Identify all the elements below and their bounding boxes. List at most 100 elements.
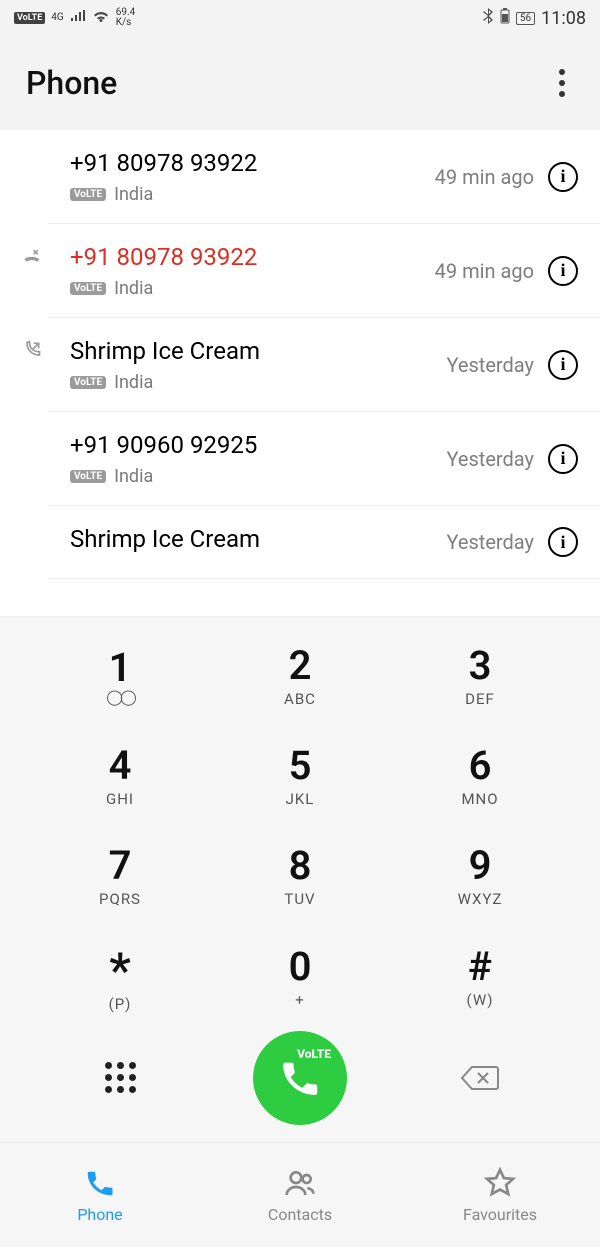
dialpad-menu-button[interactable] [30,1028,210,1128]
dialpad-key-5[interactable]: 5 JKL [210,727,390,827]
volte-chip: VoLTE [70,376,106,389]
call-location: India [114,278,153,299]
nav-phone-label: Phone [77,1205,122,1224]
battery-percent: 56 [516,12,535,25]
call-time: Yesterday [446,353,534,377]
call-sub: VoLTE India [70,278,435,299]
call-location: India [114,466,153,487]
dialpad-key-digit: 8 [289,846,312,886]
dialpad-key-sub: TUV [284,890,315,908]
app-header: Phone [0,36,600,130]
call-fab[interactable]: VoLTE [253,1031,347,1125]
voicemail-icon: ◯◯ [106,688,134,706]
info-icon[interactable]: i [548,444,578,474]
call-number: +91 90960 92925 [70,430,446,460]
call-log-row[interactable]: Shrimp Ice CreamYesterdayi [48,506,600,579]
call-number: +91 80978 93922 [70,242,435,272]
dialpad-key-0[interactable]: 0+ [210,928,390,1028]
dialpad-key-#[interactable]: # (W) [390,928,570,1028]
dialpad-key-3[interactable]: 3 DEF [390,627,570,727]
dialpad-key-digit: 9 [469,846,492,886]
volte-badge: VoLTE [14,12,45,24]
clock: 11:08 [541,8,586,29]
call-log[interactable]: +91 80978 93922VoLTEIndia49 min agoi+91 … [0,130,600,616]
missed-call-icon [22,246,42,266]
info-icon[interactable]: i [548,162,578,192]
dialpad-key-digit: 7 [109,846,132,886]
dialpad-key-sub: ABC [284,690,316,708]
dialpad-key-4[interactable]: 4GHI [30,727,210,827]
dialpad-key-sub: MNO [461,790,498,808]
outgoing-call-icon [22,340,42,360]
call-log-row[interactable]: Shrimp Ice CreamVoLTEIndiaYesterdayi [48,318,600,412]
dialpad-key-sub: WXYZ [458,890,503,908]
call-log-main: Shrimp Ice CreamVoLTEIndia [70,336,446,393]
call-time: Yesterday [446,447,534,471]
nav-contacts[interactable]: Contacts [200,1143,400,1247]
call-number: +91 80978 93922 [70,148,435,178]
dialpad-key-8[interactable]: 8 TUV [210,827,390,927]
page-title: Phone [26,64,117,102]
backspace-button[interactable] [390,1028,570,1128]
nav-contacts-label: Contacts [268,1205,332,1224]
grid-icon [105,1062,136,1093]
dialpad-key-7[interactable]: 7 PQRS [30,827,210,927]
call-log-row[interactable]: +91 90960 92925 VoLTE India Yesterday i [48,412,600,506]
dialpad-key-9[interactable]: 9 WXYZ [390,827,570,927]
data-speed: 69.4 K/s [116,8,136,28]
dialpad-key-sub: JKL [286,790,315,808]
call-log-main: +91 90960 92925 VoLTE India [70,430,446,487]
bottom-nav: Phone Contacts Favourites [0,1142,600,1247]
network-speed: 4G [51,13,63,23]
dialpad-key-sub: (W) [467,991,494,1009]
bluetooth-icon [482,8,494,28]
battery-small-icon [500,8,510,28]
call-time: 49 min ago [435,165,534,189]
volte-chip: VoLTE [70,188,106,201]
dialpad-key-digit: 0 [289,947,312,987]
signal-icon [70,10,86,26]
call-sub: VoLTEIndia [70,184,435,205]
call-location: India [114,372,153,393]
dialpad-key-sub: + [295,991,305,1009]
dialpad-key-digit: # [468,947,492,987]
dialpad-key-sub: PQRS [99,890,141,908]
nav-favourites[interactable]: Favourites [400,1143,600,1247]
dialpad-key-digit: 6 [469,746,492,786]
call-number: Shrimp Ice Cream [70,524,446,554]
call-time: 49 min ago [435,259,534,283]
dialpad-key-digit: 4 [109,746,132,786]
speed-unit: K/s [116,18,136,28]
dialpad-key-2[interactable]: 2 ABC [210,627,390,727]
call-log-main: +91 80978 93922 VoLTE India [70,242,435,299]
call-log-row[interactable]: +91 80978 93922 VoLTE India 49 min ago i [48,224,600,318]
call-volte-badge: VoLTE [297,1047,331,1061]
network-type: 4G [51,13,63,23]
nav-phone[interactable]: Phone [0,1143,200,1247]
call-sub: VoLTE India [70,466,446,487]
call-log-main: Shrimp Ice Cream [70,524,446,560]
dialpad-key-digit: 1 [109,648,132,688]
dialpad-key-1[interactable]: 1◯◯ [30,627,210,727]
dialpad-key-digit: 2 [289,646,312,686]
call-log-row[interactable]: +91 80978 93922 VoLTEIndia49 min ago i [48,130,600,224]
volte-chip: VoLTE [70,470,106,483]
status-bar: VoLTE 4G 69.4 K/s 56 11:08 [0,0,600,36]
status-right: 56 11:08 [482,8,586,29]
dialpad-key-digit: 3 [469,646,492,686]
call-button[interactable]: VoLTE [210,1028,390,1128]
info-icon[interactable]: i [548,350,578,380]
info-icon[interactable]: i [548,256,578,286]
dialpad-key-*[interactable]: *(P) [30,928,210,1028]
dialpad-key-sub: DEF [465,690,495,708]
info-icon[interactable]: i [548,527,578,557]
dialpad-key-digit: * [109,947,131,995]
call-sub: VoLTE India [70,372,446,393]
wifi-icon [92,9,110,27]
status-left: VoLTE 4G 69.4 K/s [14,8,135,28]
volte-chip: VoLTE [70,282,106,295]
dialpad-key-6[interactable]: 6 MNO [390,727,570,827]
nav-favourites-label: Favourites [463,1205,537,1224]
more-vert-icon[interactable] [550,59,574,107]
dialpad-key-digit: 5 [289,746,312,786]
